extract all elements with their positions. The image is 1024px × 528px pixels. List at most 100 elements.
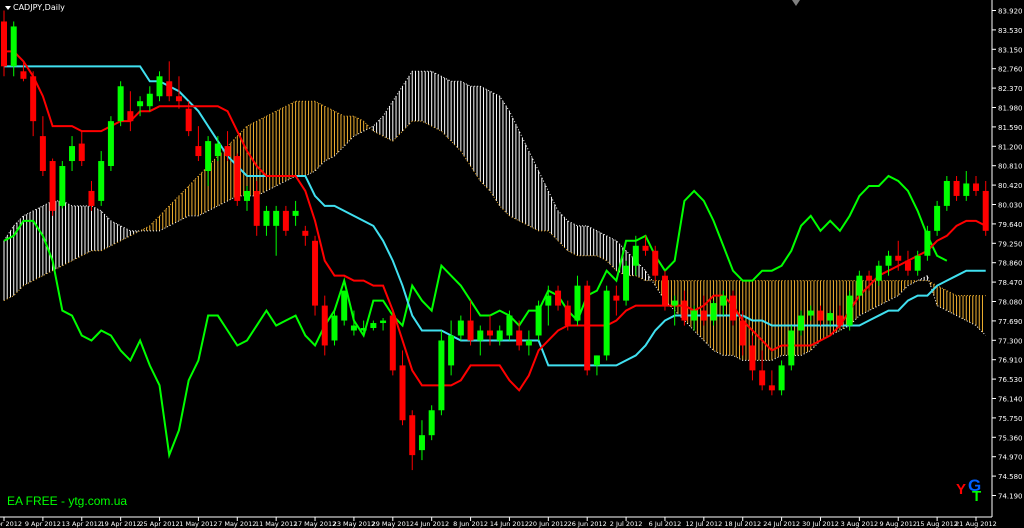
candle-bull bbox=[934, 205, 941, 231]
price-tick-label: 74.190 bbox=[998, 493, 1023, 501]
candle-bear bbox=[302, 230, 309, 236]
price-tick-label: 80.420 bbox=[998, 182, 1023, 190]
price-tick-label: 77.690 bbox=[998, 318, 1023, 326]
candle-bull bbox=[370, 323, 377, 329]
candle-bull bbox=[720, 295, 727, 306]
candle-bull bbox=[632, 245, 639, 266]
chart-title: CADJPY,Daily bbox=[5, 3, 65, 12]
time-tick-label: 7 May 2012 bbox=[218, 520, 256, 528]
price-tick-label: 82.760 bbox=[998, 66, 1023, 74]
price-tick-label: 79.250 bbox=[998, 240, 1023, 248]
price-tick-label: 80.030 bbox=[998, 202, 1023, 210]
candle-bull bbox=[331, 315, 338, 341]
candle-bull bbox=[710, 303, 717, 321]
candle-bull bbox=[574, 285, 581, 321]
candle-bull bbox=[875, 265, 882, 281]
time-tick-label: 25 Apr 2012 bbox=[139, 520, 179, 528]
candle-bear bbox=[564, 305, 571, 326]
candle-bull bbox=[117, 86, 124, 122]
candle-bull bbox=[807, 310, 814, 316]
candle-bull bbox=[506, 315, 513, 336]
candle-bear bbox=[1, 21, 7, 67]
candle-bear bbox=[185, 108, 192, 132]
time-tick-label: 3 Apr 2012 bbox=[0, 520, 22, 528]
price-tick-label: 83.150 bbox=[998, 46, 1023, 54]
candle-bear bbox=[39, 136, 46, 172]
candle-bull bbox=[418, 435, 425, 451]
price-tick-label: 78.080 bbox=[998, 299, 1023, 307]
price-tick-label: 74.580 bbox=[998, 473, 1023, 481]
candle-bear bbox=[953, 180, 960, 196]
time-tick-label: 4 Jun 2012 bbox=[414, 520, 449, 528]
candle-bear bbox=[88, 190, 95, 206]
candle-bear bbox=[739, 320, 746, 346]
candle-bull bbox=[593, 355, 600, 366]
price-tick-label: 74.970 bbox=[998, 454, 1023, 462]
time-tick-label: 12 Jul 2012 bbox=[685, 520, 722, 528]
time-tick-label: 29 May 2012 bbox=[372, 520, 414, 528]
time-tick-label: 20 Jun 2012 bbox=[529, 520, 568, 528]
candle-bull bbox=[156, 76, 163, 97]
chart-shift-marker-icon[interactable] bbox=[792, 0, 800, 6]
candle-bull bbox=[623, 265, 630, 301]
time-tick-label: 17 May 2012 bbox=[294, 520, 336, 528]
price-tick-label: 75.360 bbox=[998, 434, 1023, 442]
candle-bear bbox=[224, 146, 231, 157]
candle-bear bbox=[895, 255, 902, 261]
candle-bear bbox=[759, 370, 766, 386]
candle-bear bbox=[661, 275, 668, 306]
time-tick-label: 18 Jul 2012 bbox=[724, 520, 761, 528]
candle-bull bbox=[943, 180, 950, 206]
candle-bear bbox=[836, 315, 843, 326]
time-tick-label: 3 Aug 2012 bbox=[841, 520, 879, 528]
candle-bear bbox=[195, 146, 202, 157]
candle-bear bbox=[20, 71, 27, 79]
candle-bull bbox=[350, 325, 357, 331]
candle-bull bbox=[273, 210, 280, 226]
candle-bear bbox=[642, 245, 649, 251]
candle-bull bbox=[798, 315, 805, 331]
candle-bull bbox=[69, 146, 76, 162]
candle-bear bbox=[49, 161, 56, 211]
candle-bull bbox=[205, 141, 212, 172]
price-tick-label: 80.810 bbox=[998, 163, 1023, 171]
price-tick-label: 83.920 bbox=[998, 8, 1023, 16]
time-tick-label: 9 Apr 2012 bbox=[25, 520, 61, 528]
candle-bull bbox=[341, 290, 348, 321]
price-tick-label: 81.590 bbox=[998, 124, 1023, 132]
time-tick-label: 26 Jun 2012 bbox=[568, 520, 607, 528]
candle-bull bbox=[914, 255, 921, 271]
candle-bear bbox=[409, 415, 416, 456]
candle-bull bbox=[457, 320, 464, 336]
time-tick-label: 13 Apr 2012 bbox=[62, 520, 102, 528]
candle-bear bbox=[389, 315, 396, 371]
candle-bear bbox=[30, 76, 37, 122]
candle-bull bbox=[137, 101, 144, 107]
time-tick-label: 15 Aug 2012 bbox=[916, 520, 958, 528]
candle-bear bbox=[127, 111, 134, 122]
time-tick-label: 2 Jul 2012 bbox=[610, 520, 643, 528]
time-tick-label: 14 Jun 2012 bbox=[490, 520, 529, 528]
candle-bear bbox=[166, 81, 173, 97]
candle-bull bbox=[448, 335, 455, 366]
candle-bull bbox=[477, 330, 484, 341]
candle-bear bbox=[555, 290, 562, 306]
candle-bear bbox=[399, 365, 406, 421]
candle-bull bbox=[778, 365, 785, 391]
candle-bear bbox=[973, 183, 979, 191]
candle-bull bbox=[827, 313, 834, 321]
time-tick-label: 11 May 2012 bbox=[255, 520, 297, 528]
dropdown-triangle-icon[interactable] bbox=[5, 5, 11, 10]
candle-bear bbox=[78, 143, 85, 162]
candle-bear bbox=[700, 310, 707, 321]
candle-bear bbox=[321, 305, 328, 346]
price-chart[interactable]: 83.920 83.530 83.150 82.760 82.370 81.980 81.5… bbox=[0, 0, 1024, 528]
time-tick-label: 19 Apr 2012 bbox=[101, 520, 141, 528]
candle-bear bbox=[904, 260, 911, 271]
candle-bull bbox=[146, 93, 153, 107]
candle-bull bbox=[244, 190, 250, 201]
candle-bear bbox=[613, 295, 620, 301]
price-tick-label: 75.750 bbox=[998, 415, 1023, 423]
candle-bear bbox=[467, 320, 474, 341]
candle-bear bbox=[175, 96, 182, 102]
